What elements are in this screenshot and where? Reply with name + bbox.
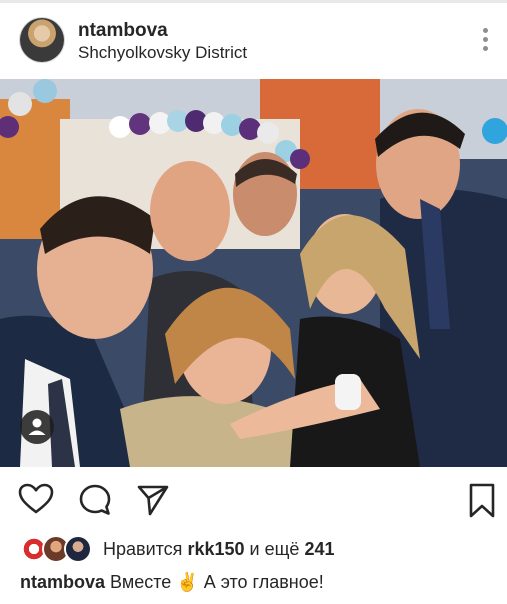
- likes-prefix: Нравится: [103, 539, 183, 559]
- post-username[interactable]: ntambova: [78, 20, 168, 42]
- liker-avatar: [66, 537, 90, 561]
- post-caption: ntambova Вместе ✌️ А это главное!: [20, 572, 324, 593]
- send-icon[interactable]: [136, 483, 170, 517]
- more-vertical-icon[interactable]: [481, 28, 489, 54]
- caption-username[interactable]: ntambova: [20, 572, 105, 592]
- group-photo-illustration: [0, 79, 507, 467]
- post-header: ntambova Shchyolkovsky District: [0, 8, 507, 76]
- heart-icon[interactable]: [18, 483, 54, 515]
- top-divider: [0, 0, 507, 3]
- action-bar: [0, 467, 507, 529]
- liker-avatar: [22, 537, 46, 561]
- likes-count[interactable]: 241: [304, 539, 334, 559]
- person-tag-icon[interactable]: [20, 410, 54, 444]
- likes-user[interactable]: rkk150: [187, 539, 244, 559]
- post-photo[interactable]: [0, 79, 507, 467]
- user-avatar[interactable]: [20, 18, 64, 62]
- comment-icon[interactable]: [78, 483, 112, 517]
- likes-summary[interactable]: Нравится rkk150 и ещё 241: [103, 539, 334, 560]
- caption-text: Вместе ✌️ А это главное!: [110, 572, 324, 592]
- post-location[interactable]: Shchyolkovsky District: [78, 43, 247, 63]
- bookmark-icon[interactable]: [468, 483, 496, 519]
- likes-row[interactable]: Нравится rkk150 и ещё 241: [0, 535, 507, 565]
- liker-avatar: [44, 537, 68, 561]
- likes-connector: и ещё: [249, 539, 300, 559]
